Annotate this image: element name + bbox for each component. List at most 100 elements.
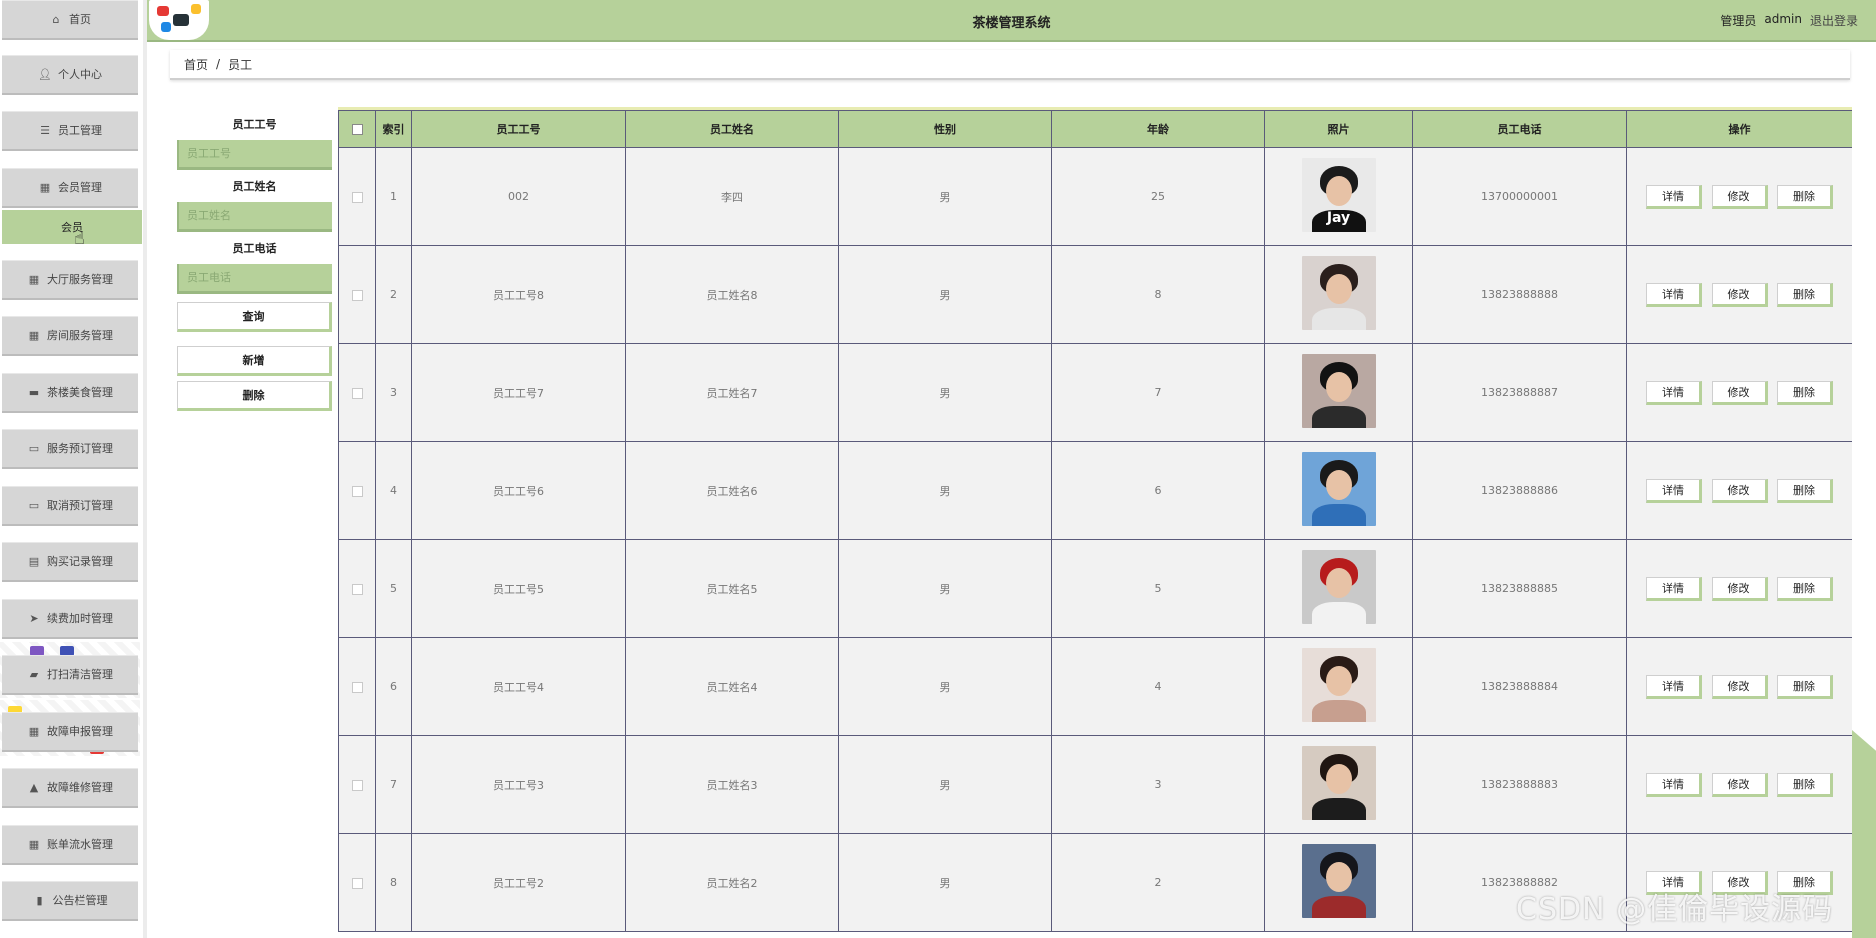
- age-cell: 4: [1051, 637, 1265, 736]
- photo-caption: Jay: [1326, 210, 1351, 226]
- add-button[interactable]: 新增: [177, 346, 332, 376]
- staff-name-cell: 李四: [625, 147, 839, 246]
- gender-cell: 男: [838, 637, 1052, 736]
- actions-cell: 详情 修改 删除: [1626, 735, 1852, 834]
- row-checkbox[interactable]: [351, 877, 363, 889]
- delete-button[interactable]: 删除: [1777, 478, 1833, 503]
- staff-id-cell: 员工工号4: [411, 637, 626, 736]
- sidebar-item-booking[interactable]: ▭ 服务预订管理: [2, 429, 138, 469]
- row-checkbox[interactable]: [351, 779, 363, 791]
- photo-face: [1325, 568, 1352, 598]
- sidebar-item-fault-report[interactable]: ▦ 故障申报管理: [2, 712, 138, 752]
- photo-body: [1311, 700, 1366, 722]
- detail-button[interactable]: 详情: [1646, 478, 1702, 503]
- staff-id-cell: 员工工号8: [411, 245, 626, 344]
- query-button[interactable]: 查询: [177, 302, 332, 332]
- user-area: 管理员 admin 退出登录: [1720, 12, 1858, 29]
- age-cell: 7: [1051, 343, 1265, 442]
- edit-button[interactable]: 修改: [1711, 282, 1768, 307]
- sidebar-item-members[interactable]: ▦ 会员管理: [2, 168, 138, 208]
- sidebar-item-purchase[interactable]: ▤ 购买记录管理: [2, 542, 138, 582]
- sidebar-item-label: 打扫清洁管理: [47, 668, 113, 681]
- row-checkbox[interactable]: [351, 485, 363, 497]
- table-header-row: 索引 员工工号 员工姓名 性别 年龄 照片 员工电话 操作: [338, 110, 1852, 148]
- sidebar-item-repair[interactable]: ▲ 故障维修管理: [2, 768, 138, 808]
- sidebar-item-staff[interactable]: ☰ 员工管理: [2, 111, 138, 151]
- sidebar-item-cleaning[interactable]: ▰ 打扫清洁管理: [2, 655, 138, 695]
- photo-face: [1325, 372, 1352, 402]
- chat-icon: ▬: [28, 385, 40, 399]
- sidebar-item-label: 故障维修管理: [47, 781, 113, 794]
- detail-button[interactable]: 详情: [1646, 184, 1702, 209]
- photo-body: [1311, 602, 1366, 624]
- table-body: 1 002 李四 男 25 Jay 13700000001 详情 修改 删除 2…: [338, 147, 1852, 932]
- photo-cell: Jay: [1264, 147, 1413, 246]
- staff-phone-input[interactable]: [177, 264, 332, 294]
- select-all-checkbox[interactable]: [351, 124, 363, 135]
- detail-button[interactable]: 详情: [1646, 282, 1702, 307]
- detail-button[interactable]: 详情: [1646, 772, 1702, 797]
- sidebar-item-label: 房间服务管理: [47, 329, 113, 342]
- sidebar-item-billing[interactable]: ▦ 账单流水管理: [2, 825, 138, 865]
- app-title: 茶楼管理系统: [972, 16, 1051, 31]
- row-checkbox[interactable]: [351, 387, 363, 399]
- sidebar-item-label: 茶楼美食管理: [47, 386, 113, 399]
- delete-button[interactable]: 删除: [1777, 184, 1833, 209]
- sidebar-item-cancel-booking[interactable]: ▭ 取消预订管理: [2, 486, 138, 526]
- edit-button[interactable]: 修改: [1711, 478, 1768, 503]
- sidebar-item-label: 员工管理: [58, 124, 102, 137]
- table-row: 1 002 李四 男 25 Jay 13700000001 详情 修改 删除: [338, 147, 1852, 246]
- photo-cell: [1264, 441, 1413, 540]
- delete-button[interactable]: 删除: [1777, 576, 1833, 601]
- index-cell: 7: [375, 735, 412, 834]
- staff-photo: [1301, 746, 1376, 820]
- sidebar-subitem-member[interactable]: 会员: [2, 210, 142, 244]
- sidebar-item-notice[interactable]: ▮ 公告栏管理: [2, 881, 138, 921]
- detail-button[interactable]: 详情: [1646, 576, 1702, 601]
- row-checkbox[interactable]: [351, 191, 363, 203]
- staff-id-cell: 员工工号3: [411, 735, 626, 834]
- staff-id-cell: 002: [411, 147, 626, 246]
- edit-button[interactable]: 修改: [1711, 772, 1768, 797]
- sidebar-item-label: 取消预订管理: [47, 499, 113, 512]
- edit-button[interactable]: 修改: [1711, 674, 1768, 699]
- staff-photo: [1301, 550, 1376, 624]
- delete-button[interactable]: 删除: [1777, 380, 1833, 405]
- delete-button[interactable]: 删除: [1777, 772, 1833, 797]
- index-cell: 3: [375, 343, 412, 442]
- delete-button[interactable]: 删除: [1777, 674, 1833, 699]
- breadcrumb-home[interactable]: 首页: [184, 56, 208, 73]
- edit-button[interactable]: 修改: [1711, 576, 1768, 601]
- sidebar-item-renewal[interactable]: ➤ 续费加时管理: [2, 599, 138, 639]
- photo-cell: [1264, 833, 1413, 932]
- table-row: 7 员工工号3 员工姓名3 男 3 13823888883 详情 修改 删除: [338, 735, 1852, 834]
- edit-button[interactable]: 修改: [1711, 184, 1768, 209]
- staff-name-cell: 员工姓名3: [625, 735, 839, 834]
- row-checkbox[interactable]: [351, 681, 363, 693]
- sidebar-item-room-service[interactable]: ▦ 房间服务管理: [2, 316, 138, 356]
- staff-id-input[interactable]: [177, 140, 332, 170]
- gender-cell: 男: [838, 833, 1052, 932]
- photo-body: [1311, 896, 1366, 918]
- staff-name-input[interactable]: [177, 202, 332, 232]
- photo-cell: [1264, 539, 1413, 638]
- batch-delete-button[interactable]: 删除: [177, 381, 332, 411]
- column-header: 员工姓名: [625, 110, 839, 148]
- staff-id-label: 员工工号: [232, 118, 277, 131]
- detail-button[interactable]: 详情: [1646, 380, 1702, 405]
- sidebar-item-home[interactable]: ⌂ 首页: [2, 0, 138, 40]
- logout-link[interactable]: 退出登录: [1810, 12, 1858, 29]
- delete-button[interactable]: 删除: [1777, 282, 1833, 307]
- detail-button[interactable]: 详情: [1646, 674, 1702, 699]
- sidebar-item-label: 会员管理: [58, 181, 102, 194]
- thumb-icon: ▲: [29, 780, 39, 794]
- sidebar-item-hall-service[interactable]: ▦ 大厅服务管理: [2, 260, 138, 300]
- column-header: 照片: [1264, 110, 1413, 148]
- breadcrumb-separator: /: [216, 57, 221, 71]
- sidebar-item-profile[interactable]: 👤︎ 个人中心: [2, 55, 138, 95]
- row-checkbox[interactable]: [351, 289, 363, 301]
- sidebar-item-food[interactable]: ▬ 茶楼美食管理: [2, 373, 138, 413]
- row-checkbox[interactable]: [351, 583, 363, 595]
- staff-id-cell: 员工工号6: [411, 441, 626, 540]
- edit-button[interactable]: 修改: [1711, 380, 1768, 405]
